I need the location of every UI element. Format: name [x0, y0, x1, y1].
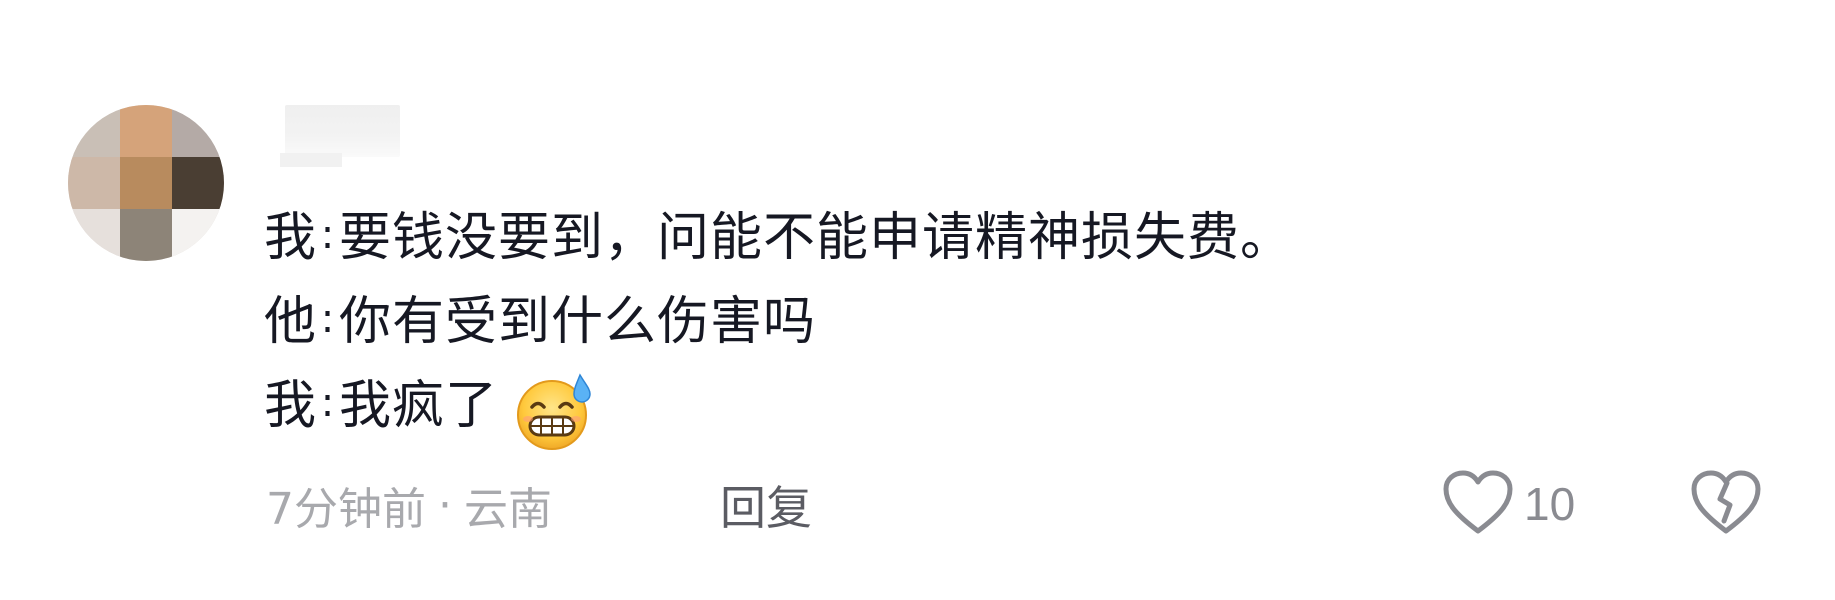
like-button[interactable]: 10 — [1442, 466, 1575, 542]
grinning-sweat-emoji — [512, 371, 594, 453]
colon: : — [320, 296, 336, 342]
speaker-label: 我 — [264, 376, 318, 436]
speaker-label: 我 — [264, 208, 318, 268]
comment-item: 我 : 要钱没要到，问能不能申请精神损失费。 他 : 你有受到什么伤害吗 我 :… — [0, 0, 1835, 600]
avatar[interactable] — [68, 105, 224, 261]
comment-line: 他 : 你有受到什么伤害吗 — [264, 280, 1293, 364]
heart-outline-icon[interactable] — [1442, 469, 1514, 539]
broken-heart-icon[interactable] — [1690, 469, 1762, 539]
timestamp: 7分钟前 — [266, 484, 426, 535]
line-text: 你有受到什么伤害吗 — [339, 292, 817, 352]
dislike-button[interactable] — [1690, 466, 1762, 542]
colon: : — [320, 380, 336, 426]
separator: · — [438, 479, 452, 531]
location: 云南 — [464, 484, 552, 535]
line-text: 要钱没要到，问能不能申请精神损失费。 — [339, 208, 1294, 268]
comment-line: 我 : 我疯了 — [264, 364, 1293, 450]
comment-meta: 7分钟前 · 云南 — [266, 470, 552, 540]
line-text: 我疯了 — [339, 376, 499, 436]
reply-button[interactable]: 回复 — [720, 470, 812, 540]
speaker-label: 他 — [264, 292, 318, 352]
comment-body: 我 : 要钱没要到，问能不能申请精神损失费。 他 : 你有受到什么伤害吗 我 :… — [264, 196, 1293, 450]
like-count: 10 — [1524, 478, 1576, 530]
comment-line: 我 : 要钱没要到，问能不能申请精神损失费。 — [264, 196, 1293, 280]
username[interactable] — [280, 105, 400, 167]
colon: : — [320, 212, 336, 258]
